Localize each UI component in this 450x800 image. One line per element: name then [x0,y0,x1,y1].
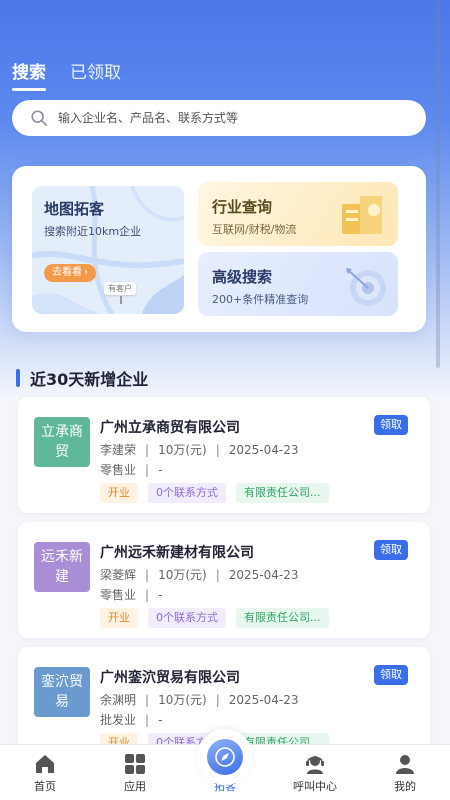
contact-count-tag: 0个联系方式 [148,483,226,503]
company-card[interactable]: 立承商贸 广州立承商贸有限公司 领取 李建荣 | 10万(元) | 2025-0… [18,397,430,513]
legal-person: 李建荣 [100,443,137,457]
map-pin-label: 有客户 [104,282,136,295]
user-icon [396,755,414,774]
established-date: 2025-04-23 [228,442,299,457]
tab-search[interactable]: 搜索 [12,58,46,91]
industry: 零售业 [100,463,137,477]
separator: | [145,692,150,707]
industry: 零售业 [100,588,137,602]
chevron-right-icon: › [84,267,88,278]
company-logo: 立承商贸 [34,417,90,467]
map-tile-subtitle: 搜索附近10km企业 [44,225,142,238]
company-industry-row: 零售业 | - [100,586,162,603]
nav-label-home: 首页 [34,780,56,793]
claim-button[interactable]: 领取 [374,540,408,560]
search-bar[interactable] [12,100,426,136]
separator: | [215,692,220,707]
industry-tile-subtitle: 互联网/财税/物流 [212,223,297,236]
company-industry-row: 零售业 | - [100,461,162,478]
established-date: 2025-04-23 [228,567,299,582]
apps-grid-icon [125,754,145,774]
legal-person: 梁菱辉 [100,568,137,582]
nav-item-prospect[interactable]: 拓客 [180,729,270,800]
nav-label-mine: 我的 [394,780,416,793]
building-blocks-icon [342,196,382,234]
search-input[interactable] [58,111,388,125]
separator: | [145,567,150,582]
registered-capital: 10万(元) [158,443,207,457]
target-icon [346,268,386,306]
separator: | [145,587,150,602]
contact-count-tag: 0个联系方式 [148,608,226,628]
map-pin-icon [120,296,122,304]
separator: | [145,712,150,727]
legal-person: 余渊明 [100,693,137,707]
established-date: 2025-04-23 [228,692,299,707]
company-name: 广州远禾新建材有限公司 [100,545,254,561]
advanced-tile-subtitle: 200+条件精准查询 [212,293,309,306]
industry-extra: - [158,712,163,727]
industry: 批发业 [100,713,137,727]
section-title: 近30天新增企业 [30,370,149,389]
map-prospect-tile[interactable]: 地图拓客 搜索附近10km企业 去看看 › 有客户 [32,186,184,314]
claim-button[interactable]: 领取 [374,665,408,685]
company-type-tag: 有限责任公司... [236,608,329,628]
separator: | [145,442,150,457]
top-tabs: 搜索 已领取 [12,58,121,91]
section-accent-bar [16,369,20,387]
nav-item-home[interactable]: 首页 [0,745,90,800]
home-icon [36,755,54,773]
tab-claimed[interactable]: 已领取 [70,58,121,89]
company-tags: 开业 0个联系方式 有限责任公司... [100,483,329,503]
nav-item-apps[interactable]: 应用 [90,745,180,800]
separator: | [145,462,150,477]
advanced-tile-title: 高级搜索 [212,268,273,286]
nav-center-button[interactable] [197,729,253,785]
industry-tile-text: 行业查询 互联网/财税/物流 [212,196,296,237]
status-tag: 开业 [100,483,138,503]
advanced-search-tile[interactable]: 高级搜索 200+条件精准查询 [198,252,398,316]
compass-icon [215,747,235,767]
company-industry-row: 批发业 | - [100,711,162,728]
map-tile-title: 地图拓客 [44,200,105,218]
company-logo: 銮泬贸易 [34,667,90,717]
company-tags: 开业 0个联系方式 有限责任公司... [100,608,329,628]
feature-card: 地图拓客 搜索附近10km企业 去看看 › 有客户 行业查询 互联网/财税/物流… [12,166,426,332]
company-type-tag: 有限责任公司... [236,483,329,503]
claim-button[interactable]: 领取 [374,415,408,435]
separator: | [215,442,220,457]
search-icon [31,110,48,127]
scrollbar-thumb[interactable] [436,0,440,368]
industry-extra: - [158,587,163,602]
company-card[interactable]: 远禾新建 广州远禾新建材有限公司 领取 梁菱辉 | 10万(元) | 2025-… [18,522,430,638]
advanced-tile-text: 高级搜索 200+条件精准查询 [212,266,308,307]
company-name: 广州立承商贸有限公司 [100,420,240,436]
separator: | [215,567,220,582]
status-tag: 开业 [100,608,138,628]
company-logo: 远禾新建 [34,542,90,592]
industry-tile-title: 行业查询 [212,198,273,216]
bottom-nav: 首页 应用 拓客 呼叫中心 我的 [0,729,450,800]
nav-item-call-center[interactable]: 呼叫中心 [270,745,360,800]
industry-extra: - [158,462,163,477]
company-name: 广州銮泬贸易有限公司 [100,670,240,686]
section-header: 近30天新增企业 [16,366,148,390]
registered-capital: 10万(元) [158,568,207,582]
headset-agent-icon [306,756,324,774]
registered-capital: 10万(元) [158,693,207,707]
company-meta-row: 余渊明 | 10万(元) | 2025-04-23 [100,691,299,708]
industry-query-tile[interactable]: 行业查询 互联网/财税/物流 [198,182,398,246]
nav-label-call-center: 呼叫中心 [293,780,337,793]
go-see-button[interactable]: 去看看 › [44,264,96,282]
company-meta-row: 李建荣 | 10万(元) | 2025-04-23 [100,441,299,458]
nav-center-inner [207,739,243,775]
company-meta-row: 梁菱辉 | 10万(元) | 2025-04-23 [100,566,299,583]
nav-label-apps: 应用 [124,780,146,793]
go-see-label: 去看看 [52,267,82,278]
nav-item-mine[interactable]: 我的 [360,745,450,800]
map-tile-text: 地图拓客 搜索附近10km企业 [44,198,141,239]
